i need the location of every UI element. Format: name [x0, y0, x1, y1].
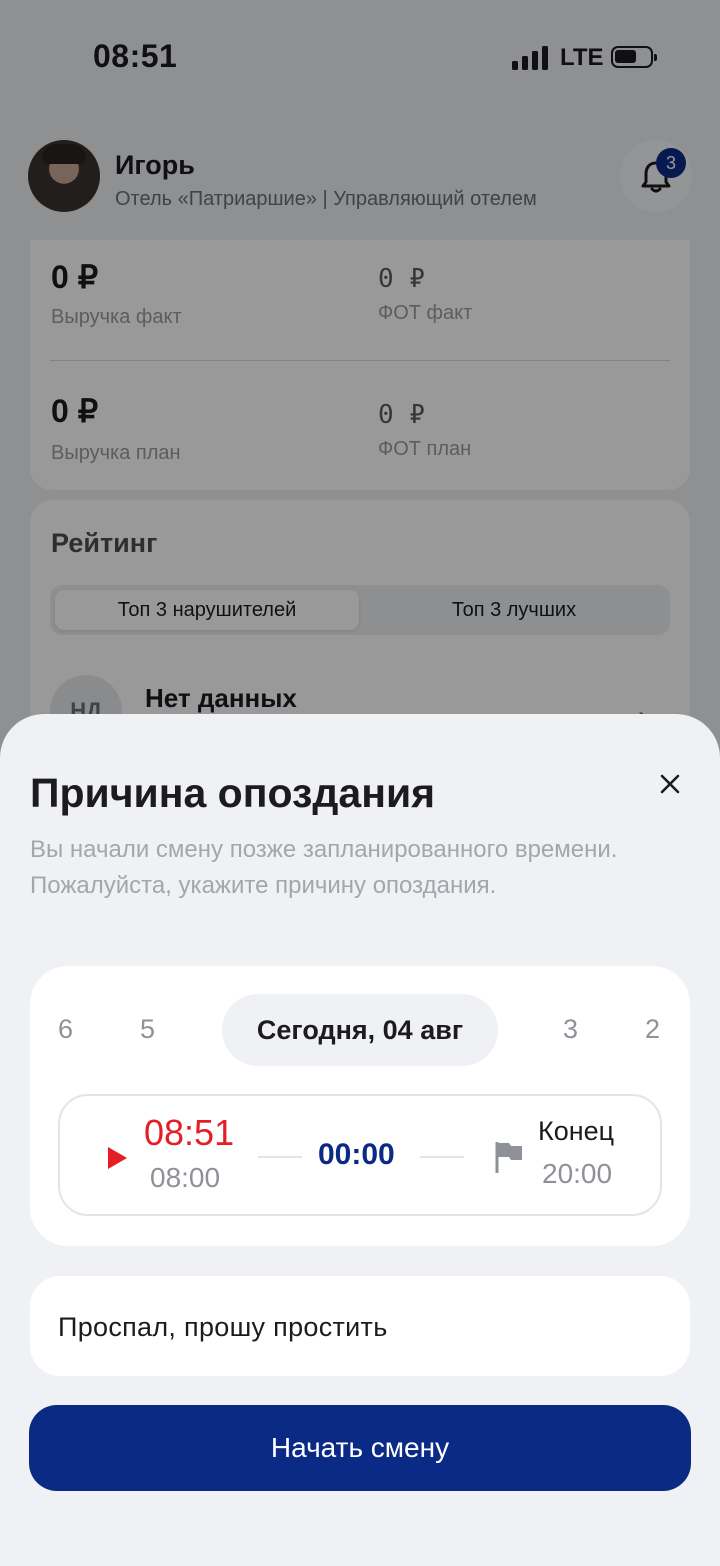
day-item[interactable]: 5 — [140, 1014, 155, 1045]
play-icon — [108, 1147, 127, 1169]
shift-start-plan: 08:00 — [150, 1162, 221, 1193]
timeline-divider-right — [420, 1156, 464, 1158]
close-icon — [660, 774, 680, 794]
shift-end-time: 20:00 — [542, 1158, 613, 1189]
day-item[interactable]: 3 — [563, 1014, 578, 1045]
sheet-description: Вы начали смену позже запланированного в… — [30, 832, 630, 904]
flag-icon — [495, 1142, 522, 1173]
sheet-title: Причина опоздания — [30, 770, 436, 816]
late-reason-sheet: Причина опоздания Вы начали смену позже … — [0, 714, 720, 1566]
shift-start-actual: 08:51 — [144, 1112, 235, 1153]
day-item-selected[interactable]: Сегодня, 04 авг — [222, 994, 498, 1066]
shift-time-box: 08:51 08:00 00:00 Конец 20:00 — [58, 1094, 662, 1216]
shift-duration: 00:00 — [318, 1138, 395, 1171]
description-line-1: Вы начали смену позже запланированного в… — [30, 836, 618, 863]
timeline-divider-left — [258, 1156, 302, 1158]
start-shift-button[interactable]: Начать смену — [29, 1405, 691, 1491]
close-button[interactable] — [652, 766, 688, 802]
description-line-2: Пожалуйста, укажите причину опоздания. — [30, 872, 497, 899]
reason-input[interactable]: Проспал, прошу простить — [30, 1276, 690, 1376]
day-item[interactable]: 2 — [645, 1014, 660, 1045]
reason-input-value: Проспал, прошу простить — [58, 1312, 388, 1342]
day-item[interactable]: 6 — [58, 1014, 73, 1045]
shift-end-label: Конец — [538, 1116, 615, 1146]
shift-card: 6 5 Сегодня, 04 авг 3 2 08:51 08:00 00:0… — [30, 966, 690, 1246]
